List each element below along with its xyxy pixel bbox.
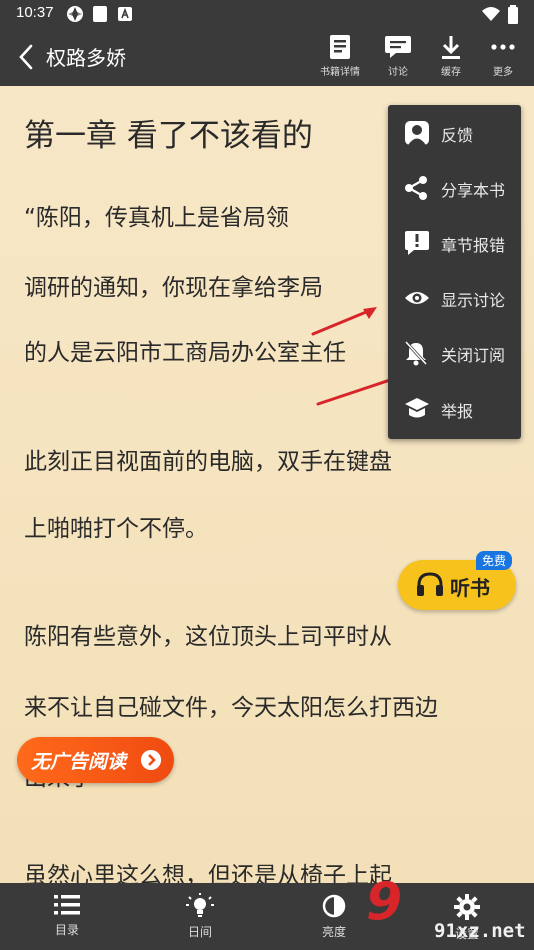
share-icon	[405, 176, 427, 200]
bell-off-icon	[404, 340, 428, 366]
brightness-label: 亮度	[321, 925, 346, 939]
chevron-right-icon	[141, 750, 161, 770]
download-label: 缓存	[441, 67, 461, 78]
menu-item-label: 显示讨论	[441, 291, 506, 310]
menu-item-label: 举报	[441, 402, 474, 421]
toc-label: 目录	[54, 923, 79, 937]
discussion-label: 讨论	[388, 67, 408, 78]
app-notification-icon	[67, 6, 83, 22]
feedback-icon	[405, 121, 429, 145]
discussion-icon	[385, 36, 411, 58]
book-details-icon	[330, 35, 350, 59]
menu-item-label: 关闭订阅	[441, 346, 506, 365]
brightness-button[interactable]: 亮度	[299, 893, 369, 940]
more-button[interactable]: 更多	[478, 34, 528, 78]
battery-icon	[508, 5, 518, 24]
more-label: 更多	[493, 67, 513, 78]
book-details-button[interactable]: 书籍详情	[315, 34, 365, 78]
menu-item-share[interactable]: 分享本书	[388, 160, 521, 215]
day-mode-button[interactable]: 日间	[165, 893, 235, 940]
menu-item-feedback[interactable]: 反馈	[388, 105, 521, 160]
status-bar: 10:37	[0, 0, 534, 28]
eye-icon	[405, 292, 429, 304]
notification-a-icon	[118, 7, 132, 21]
site-watermark: 9 91xz.net	[360, 862, 534, 950]
report-error-icon	[405, 231, 429, 255]
annotation-arrow-icon	[311, 307, 377, 336]
table-of-contents-button[interactable]: 目录	[32, 893, 102, 938]
notification-square-icon	[93, 6, 107, 22]
report-icon	[405, 398, 429, 418]
download-icon	[442, 36, 460, 59]
list-icon	[54, 895, 80, 915]
discussion-button[interactable]: 讨论	[373, 34, 423, 78]
listen-label: 听书	[450, 576, 490, 600]
headphones-icon	[417, 572, 443, 596]
back-arrow-icon[interactable]	[18, 44, 34, 70]
menu-item-report-error[interactable]: 章节报错	[388, 215, 521, 270]
menu-item-label: 章节报错	[441, 236, 506, 255]
day-mode-label: 日间	[187, 925, 212, 939]
free-badge: 免费	[476, 551, 513, 570]
chapter-title: 第一章 看了不该看的	[24, 118, 313, 154]
brightness-icon	[322, 894, 346, 918]
top-bar: 权路多娇 书籍详情 讨论 缓存 更多	[0, 28, 534, 86]
text-line: 陈阳有些意外，这位顶头上司平时从	[24, 624, 392, 650]
menu-item-close-subscription[interactable]: 关闭订阅	[388, 325, 521, 380]
more-icon	[491, 44, 515, 50]
ad-free-label: 无广告阅读	[31, 751, 127, 773]
wifi-icon	[482, 7, 500, 21]
ad-free-reading-button[interactable]: 无广告阅读	[17, 737, 174, 783]
more-menu: 反馈 分享本书 章节报错 显示讨论 关闭订阅 举报	[388, 105, 521, 439]
text-line: 来不让自己碰文件，今天太阳怎么打西边	[24, 695, 438, 721]
menu-item-label: 反馈	[441, 126, 474, 145]
book-title: 权路多娇	[46, 46, 126, 70]
watermark-domain: 91xz.net	[434, 920, 526, 942]
status-time: 10:37	[16, 4, 54, 21]
lightbulb-icon	[186, 893, 214, 917]
menu-item-report[interactable]: 举报	[388, 381, 521, 436]
book-details-label: 书籍详情	[320, 67, 360, 78]
menu-item-show-discussion[interactable]: 显示讨论	[388, 270, 521, 325]
watermark-number: 9	[366, 872, 403, 932]
text-line: 上啪啪打个不停。	[24, 516, 208, 542]
download-button[interactable]: 缓存	[426, 34, 476, 78]
menu-item-label: 分享本书	[441, 181, 506, 200]
